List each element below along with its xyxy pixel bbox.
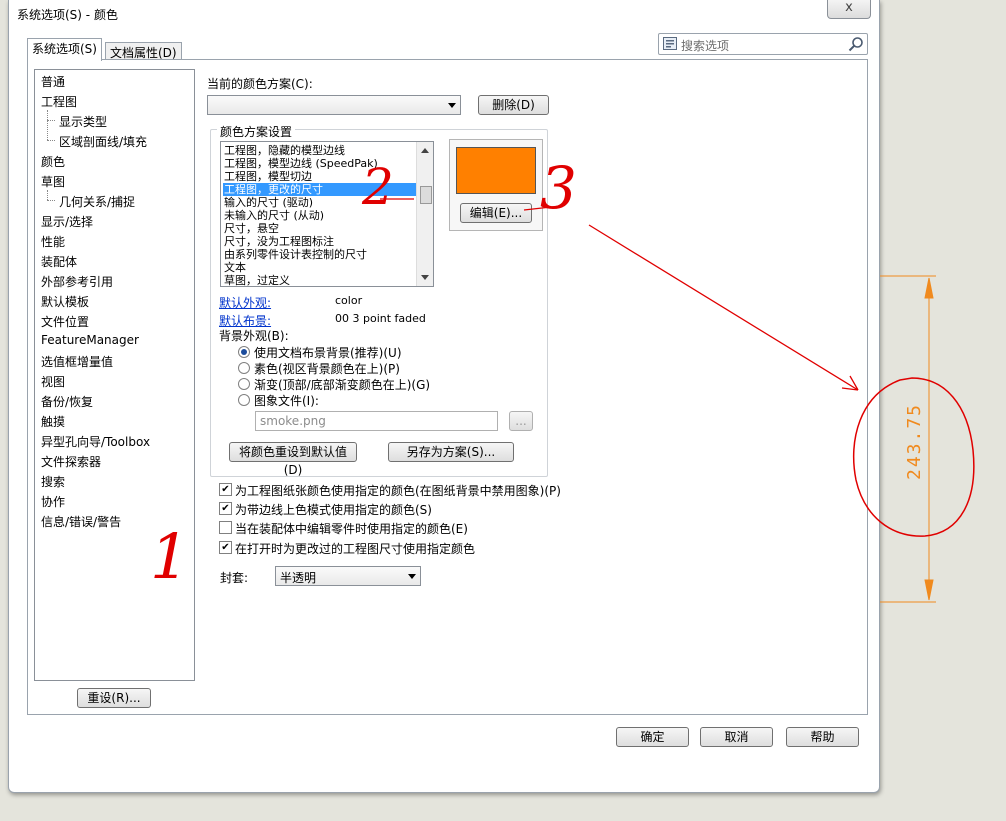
envelope-select[interactable]: 半透明	[275, 566, 421, 586]
list-scrollbar[interactable]	[416, 142, 433, 286]
bg-option-label: 使用文档布景背景(推荐)(U)	[254, 346, 402, 360]
ok-button[interactable]: 确定	[616, 727, 689, 747]
envelope-label: 封套:	[220, 571, 249, 585]
scroll-up-icon[interactable]	[421, 147, 429, 153]
image-file-input[interactable]: smoke.png	[255, 411, 498, 431]
nav-item-area-hatch[interactable]: 区域剖面线/填充	[59, 133, 147, 150]
list-item-selected[interactable]: 工程图，更改的尺寸	[223, 183, 416, 196]
bg-option-label: 素色(视区背景颜色在上)(P)	[254, 362, 400, 376]
window-title: 系统选项(S) - 颜色	[17, 8, 118, 22]
options-tree[interactable]: 普通 工程图 显示类型 区域剖面线/填充 颜色 草图 几何关系/捕捉 显示/选择…	[34, 69, 195, 681]
tree-connector	[47, 200, 55, 201]
checkbox-label: 当在装配体中编辑零件时使用指定的颜色(E)	[235, 522, 468, 536]
reset-colors-button[interactable]: 将颜色重设到默认值(D)	[229, 442, 357, 477]
dimension-drawing	[880, 275, 936, 603]
nav-item-assemblies[interactable]: 装配体	[41, 253, 77, 270]
bg-radio-plain[interactable]	[238, 362, 250, 374]
nav-item-spin-box[interactable]: 选值框增量值	[41, 353, 113, 370]
list-item[interactable]: 输入的尺寸 (驱动)	[223, 196, 416, 209]
nav-item-hole-wizard[interactable]: 异型孔向导/Toolbox	[41, 433, 150, 450]
close-icon: x	[845, 0, 853, 15]
nav-item-external-references[interactable]: 外部参考引用	[41, 273, 113, 290]
chevron-down-icon	[448, 103, 456, 108]
nav-item-display-selection[interactable]: 显示/选择	[41, 213, 93, 230]
nav-item-touch[interactable]: 触摸	[41, 413, 65, 430]
nav-item-search[interactable]: 搜索	[41, 473, 65, 490]
nav-item-file-locations[interactable]: 文件位置	[41, 313, 89, 330]
list-item[interactable]: 尺寸，没为工程图标注	[223, 235, 416, 248]
color-preview-box: 编辑(E)...	[449, 139, 543, 231]
tree-connector	[47, 190, 48, 200]
scheme-settings-title: 颜色方案设置	[217, 123, 296, 140]
search-icon[interactable]	[848, 36, 864, 52]
checkbox-sheet-color[interactable]: ✔	[219, 483, 232, 496]
nav-item-colors[interactable]: 颜色	[41, 153, 65, 170]
list-item[interactable]: 工程图，隐藏的模型边线	[223, 144, 416, 157]
help-button[interactable]: 帮助	[786, 727, 859, 747]
checkbox-changed-dimensions[interactable]: ✔	[219, 541, 232, 554]
list-item[interactable]: 由系列零件设计表控制的尺寸	[223, 248, 416, 261]
reset-button[interactable]: 重设(R)...	[77, 688, 151, 708]
bg-option-label: 图象文件(I):	[254, 394, 319, 408]
current-scheme-select[interactable]	[207, 95, 461, 115]
list-item[interactable]: 工程图，模型切边	[223, 170, 416, 183]
checkbox-shaded-edges[interactable]: ✔	[219, 502, 232, 515]
list-item[interactable]: 尺寸，悬空	[223, 222, 416, 235]
bg-option-label: 渐变(顶部/底部渐变颜色在上)(G)	[254, 378, 431, 392]
nav-item-display-style[interactable]: 显示类型	[59, 113, 107, 130]
search-box[interactable]: 搜索选项	[658, 33, 868, 55]
nav-item-view[interactable]: 视图	[41, 373, 65, 390]
background-appearance-label: 背景外观(B):	[219, 329, 289, 343]
nav-item-collaboration[interactable]: 协作	[41, 493, 65, 510]
scroll-down-icon[interactable]	[421, 275, 429, 281]
nav-item-file-explorer[interactable]: 文件探索器	[41, 453, 101, 470]
nav-item-messages[interactable]: 信息/错误/警告	[41, 513, 121, 530]
nav-item-general[interactable]: 普通	[41, 73, 65, 90]
default-appearance-link[interactable]: 默认外观:	[219, 294, 271, 311]
checkbox-edit-part-color[interactable]	[219, 521, 232, 534]
nav-item-backup[interactable]: 备份/恢复	[41, 393, 93, 410]
tree-connector	[47, 120, 55, 121]
nav-item-default-templates[interactable]: 默认模板	[41, 293, 89, 310]
current-scheme-label: 当前的颜色方案(C):	[207, 77, 313, 91]
tab-system-options[interactable]: 系统选项(S)	[27, 38, 102, 61]
checkbox-label: 在打开时为更改过的工程图尺寸使用指定颜色	[235, 542, 476, 556]
bg-radio-image-file[interactable]	[238, 394, 250, 406]
nav-item-featuremanager[interactable]: FeatureManager	[41, 333, 139, 347]
search-options-icon	[663, 37, 677, 50]
tree-connector	[47, 110, 48, 140]
delete-scheme-button[interactable]: 删除(D)	[478, 95, 549, 115]
close-button[interactable]: x	[827, 0, 871, 19]
chevron-down-icon	[408, 574, 416, 579]
color-item-list[interactable]: 工程图，隐藏的模型边线 工程图，模型边线 (SpeedPak) 工程图，模型切边…	[220, 141, 434, 287]
checkbox-label: 为带边线上色模式使用指定的颜色(S)	[235, 503, 432, 517]
nav-item-performance[interactable]: 性能	[41, 233, 65, 250]
list-item[interactable]: 未输入的尺寸 (从动)	[223, 209, 416, 222]
bg-radio-gradient[interactable]	[238, 378, 250, 390]
list-item[interactable]: 文本	[223, 261, 416, 274]
envelope-value: 半透明	[280, 571, 317, 585]
nav-item-relations-snaps[interactable]: 几何关系/捕捉	[59, 193, 135, 210]
save-scheme-button[interactable]: 另存为方案(S)...	[388, 442, 514, 462]
browse-button[interactable]: ...	[509, 411, 533, 431]
edit-color-button[interactable]: 编辑(E)...	[460, 203, 532, 223]
options-dialog: 系统选项(S) - 颜色 x 系统选项(S) 文档属性(D) 搜索选项 普通 工…	[8, 0, 880, 793]
nav-item-sketch[interactable]: 草图	[41, 173, 65, 190]
cancel-button[interactable]: 取消	[700, 727, 773, 747]
search-input[interactable]: 搜索选项	[681, 37, 729, 54]
checkbox-label: 为工程图纸张颜色使用指定的颜色(在图纸背景中禁用图象)(P)	[235, 484, 561, 498]
bg-radio-document-scene[interactable]	[238, 346, 250, 358]
list-item[interactable]: 草图，过定义	[223, 274, 416, 286]
dimension-label: 243.75	[904, 403, 925, 480]
default-scene-value: 00 3 point faded	[335, 312, 426, 325]
list-item[interactable]: 工程图，模型边线 (SpeedPak)	[223, 157, 416, 170]
default-appearance-value: color	[335, 294, 363, 307]
nav-item-drawings[interactable]: 工程图	[41, 93, 77, 110]
tree-connector	[47, 140, 55, 141]
scroll-thumb[interactable]	[420, 186, 432, 204]
color-swatch	[456, 147, 536, 194]
